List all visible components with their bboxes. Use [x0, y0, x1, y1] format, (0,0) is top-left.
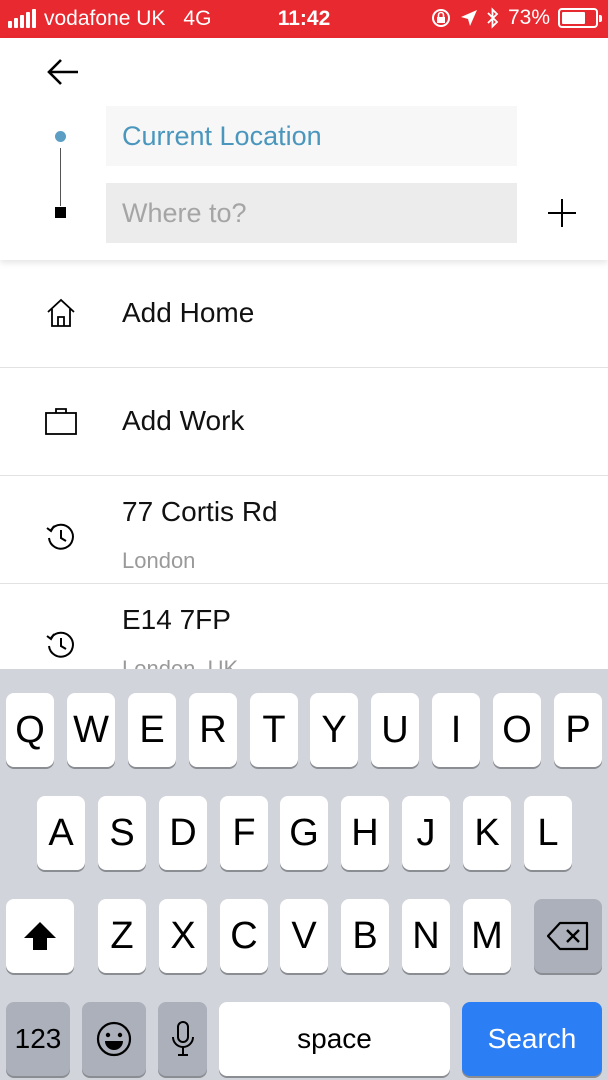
key-n[interactable]: N [402, 899, 450, 973]
recent-place-title: E14 7FP [122, 604, 231, 635]
key-e[interactable]: E [128, 693, 176, 767]
key-h[interactable]: H [341, 796, 389, 870]
status-right: 73% [430, 6, 602, 30]
recent-place-title: 77 Cortis Rd [122, 496, 278, 527]
key-l[interactable]: L [524, 796, 572, 870]
emoji-key[interactable] [82, 1002, 146, 1076]
list-item-label: Add Home [122, 297, 255, 328]
key-u[interactable]: U [371, 693, 419, 767]
key-p[interactable]: P [554, 693, 602, 767]
emoji-icon [96, 1021, 132, 1057]
key-y[interactable]: Y [310, 693, 358, 767]
key-s[interactable]: S [98, 796, 146, 870]
shift-icon [24, 922, 56, 950]
key-f[interactable]: F [220, 796, 268, 870]
key-a[interactable]: A [37, 796, 85, 870]
battery-icon [558, 8, 602, 28]
pickup-dot-icon [55, 131, 66, 142]
recent-place-subtitle: London [122, 548, 196, 573]
briefcase-icon [45, 408, 77, 435]
backspace-icon [546, 921, 589, 951]
key-w[interactable]: W [67, 693, 115, 767]
keyboard: Q W E R T Y U I O P A S D F G H J K L Z … [0, 669, 608, 1080]
delete-key[interactable] [534, 899, 602, 973]
history-icon [46, 631, 74, 658]
location-arrow-icon [460, 10, 477, 26]
destination-input[interactable] [106, 183, 517, 243]
key-x[interactable]: X [159, 899, 207, 973]
pickup-input[interactable] [106, 106, 517, 166]
key-g[interactable]: G [280, 796, 328, 870]
shift-key[interactable] [6, 899, 74, 973]
dictation-key[interactable] [158, 1002, 207, 1076]
key-c[interactable]: C [220, 899, 268, 973]
status-bar: vodafone UK 4G 11:42 73% [0, 0, 608, 38]
key-q[interactable]: Q [6, 693, 54, 767]
key-k[interactable]: K [463, 796, 511, 870]
places-list: Add Home Add Work 77 Cortis Rd London E1… [0, 260, 608, 692]
microphone-icon [171, 1021, 194, 1056]
bluetooth-icon [487, 7, 499, 29]
key-v[interactable]: V [280, 899, 328, 973]
trip-header [0, 38, 608, 260]
list-item-add-home[interactable]: Add Home [0, 260, 608, 368]
list-item-add-work[interactable]: Add Work [0, 368, 608, 476]
key-m[interactable]: M [463, 899, 511, 973]
destination-square-icon [55, 207, 66, 218]
key-t[interactable]: T [250, 693, 298, 767]
key-z[interactable]: Z [98, 899, 146, 973]
plus-icon[interactable] [546, 197, 578, 229]
search-key[interactable]: Search [462, 1002, 602, 1076]
battery-level-fill [562, 12, 586, 24]
key-j[interactable]: J [402, 796, 450, 870]
arrow-left-icon[interactable] [44, 56, 84, 88]
numbers-key[interactable]: 123 [6, 1002, 70, 1076]
key-b[interactable]: B [341, 899, 389, 973]
space-key[interactable]: space [219, 1002, 450, 1076]
key-d[interactable]: D [159, 796, 207, 870]
history-icon [46, 523, 74, 550]
list-item-recent[interactable]: 77 Cortis Rd London [0, 476, 608, 584]
rotation-lock-icon [431, 9, 450, 27]
key-i[interactable]: I [432, 693, 480, 767]
route-connector [60, 148, 61, 206]
key-o[interactable]: O [493, 693, 541, 767]
battery-percent: 73% [507, 6, 550, 29]
key-r[interactable]: R [189, 693, 237, 767]
home-icon [47, 298, 75, 327]
list-item-label: Add Work [122, 405, 245, 436]
